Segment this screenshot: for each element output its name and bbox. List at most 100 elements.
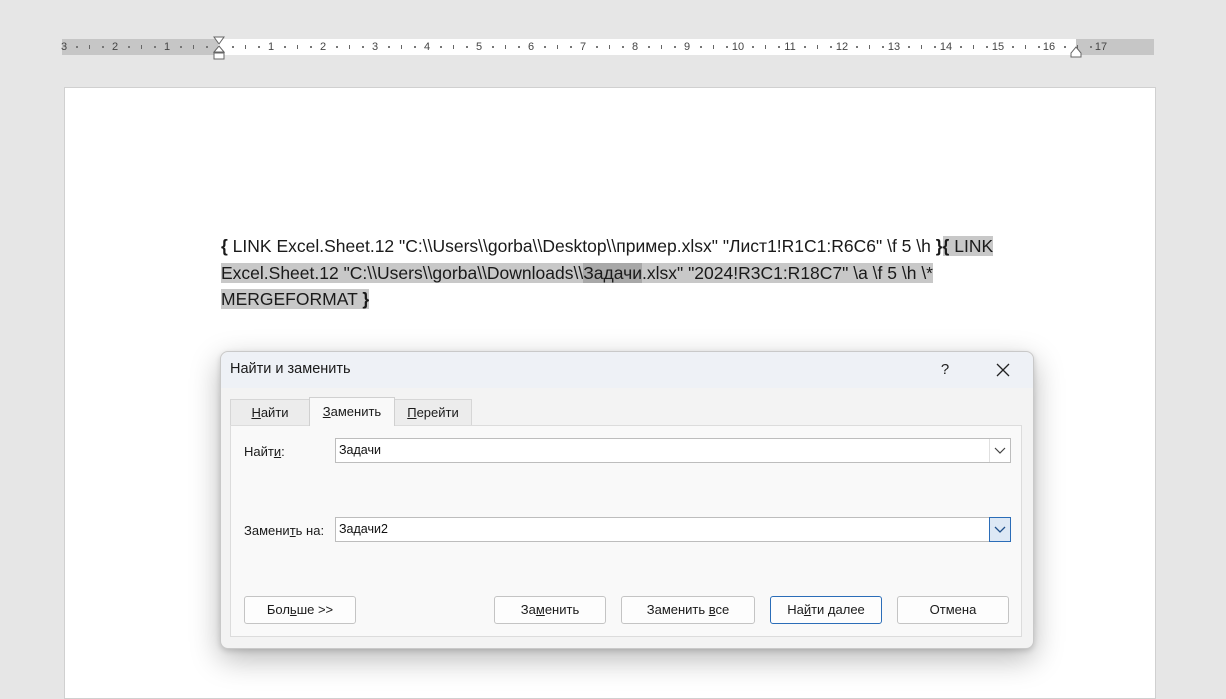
tab-label-part: аменить: [330, 404, 382, 419]
replace-dropdown-button[interactable]: [989, 517, 1011, 542]
ruler-tick: [622, 46, 624, 48]
label-part: :: [281, 444, 285, 459]
ruler-number: 1: [267, 41, 275, 53]
replace-input[interactable]: Задачи2: [335, 517, 1011, 542]
ruler-number: 11: [784, 41, 796, 53]
search-match-highlight: Задачи: [583, 262, 642, 283]
dialog-titlebar[interactable]: Найти и заменить ?: [221, 352, 1033, 388]
label-part: Замени: [244, 523, 290, 538]
replace-label: Заменить на:: [244, 523, 324, 538]
button-label-part: ше >>: [296, 602, 334, 617]
replace-button[interactable]: Заменить: [494, 596, 606, 624]
ruler-tick: [1025, 45, 1026, 49]
field-brace: }: [935, 236, 943, 256]
find-next-button[interactable]: Найти далее: [770, 596, 882, 624]
ruler-tick: [570, 46, 572, 48]
field-brace: {: [221, 236, 228, 256]
ruler-tick: [609, 45, 610, 49]
close-button[interactable]: [983, 354, 1023, 386]
ruler-number: 1: [163, 41, 171, 53]
find-input[interactable]: Задачи: [335, 438, 1011, 463]
right-indent-marker-icon[interactable]: [1070, 46, 1082, 58]
tab-hotkey: П: [407, 405, 417, 420]
ruler-tick: [1090, 46, 1092, 48]
horizontal-ruler[interactable]: 3 2 1 1 2 3 4 5 6 7 8 9 10 11 12 13 14 1…: [60, 36, 1154, 60]
replace-tab-panel: Найти: Задачи Заменить на: Задачи2 Больш…: [230, 425, 1022, 637]
ruler-tick: [362, 46, 364, 48]
ruler-tick: [466, 46, 468, 48]
field-code-link-1: LINK Excel.Sheet.12 "C:\\Users\\gorba\\D…: [227, 236, 936, 256]
ruler-number: 3: [60, 41, 68, 53]
ruler-tick: [154, 46, 156, 48]
button-label-part: енить: [544, 602, 580, 617]
find-label: Найти:: [244, 444, 285, 459]
ruler-tick: [765, 45, 766, 49]
find-input-value: Задачи: [339, 443, 381, 457]
left-indent-marker-icon[interactable]: [213, 36, 225, 62]
ruler-tick: [752, 46, 754, 48]
ruler-tick: [414, 46, 416, 48]
ruler-tick: [726, 46, 728, 48]
ruler-number: 6: [527, 41, 535, 53]
ruler-tick: [440, 46, 442, 48]
ruler-tick: [986, 46, 988, 48]
ruler-number: 17: [1094, 41, 1108, 53]
ruler-tick: [557, 45, 558, 49]
ruler-tick: [856, 46, 858, 48]
ruler-tick: [310, 46, 312, 48]
chevron-down-icon: [994, 447, 1006, 454]
ruler-tick: [778, 46, 780, 48]
ruler-tick: [960, 46, 962, 48]
ruler-tick: [193, 45, 194, 49]
ruler-number: 3: [371, 41, 379, 53]
ruler-tick: [934, 46, 936, 48]
tab-replace[interactable]: Заменить: [309, 397, 395, 426]
ruler-tick: [661, 45, 662, 49]
button-label-part: ти далее: [811, 602, 865, 617]
ruler-number: 14: [939, 41, 953, 53]
ruler-tick: [817, 45, 818, 49]
ruler-tick: [128, 46, 130, 48]
ruler-tick: [544, 46, 546, 48]
ruler-tick: [284, 46, 286, 48]
find-replace-dialog: Найти и заменить ? Найти Заменить Перейт…: [220, 351, 1034, 649]
more-button[interactable]: Больше >>: [244, 596, 356, 624]
ruler-tick: [804, 46, 806, 48]
ruler-tick: [206, 46, 208, 48]
cancel-button[interactable]: Отмена: [897, 596, 1009, 624]
button-hotkey: м: [535, 602, 545, 617]
ruler-tick: [492, 46, 494, 48]
ruler-tick: [869, 45, 870, 49]
ruler-tick: [1012, 46, 1014, 48]
replace-all-button[interactable]: Заменить все: [621, 596, 755, 624]
button-label-part: На: [787, 602, 804, 617]
tab-hotkey: З: [322, 404, 331, 419]
ruler-tick: [505, 45, 506, 49]
button-hotkey: в: [708, 602, 716, 617]
button-hotkey: ь: [289, 602, 297, 617]
field-code-text[interactable]: { LINK Excel.Sheet.12 "C:\\Users\\gorba\…: [221, 233, 1051, 313]
tab-find[interactable]: Найти: [230, 399, 310, 425]
ruler-tick: [518, 46, 520, 48]
ruler-tick: [1038, 46, 1040, 48]
button-label-part: Бол: [266, 602, 290, 617]
ruler-number: 7: [579, 41, 587, 53]
ruler-tick: [596, 46, 598, 48]
ruler-tick: [973, 45, 974, 49]
ruler-tick: [648, 46, 650, 48]
button-label-part: се: [715, 602, 730, 617]
ruler-number: 8: [631, 41, 639, 53]
tab-goto[interactable]: Перейти: [394, 399, 472, 425]
find-dropdown-button[interactable]: [989, 439, 1010, 462]
ruler-number: 2: [111, 41, 119, 53]
ruler-tick: [258, 46, 260, 48]
ruler-tick: [245, 45, 246, 49]
help-button[interactable]: ?: [927, 354, 963, 386]
label-part: Найт: [244, 444, 274, 459]
ruler-tick: [232, 46, 234, 48]
ruler-number: 5: [475, 41, 483, 53]
button-label-part: За: [520, 602, 536, 617]
ruler-tick: [388, 46, 390, 48]
ruler-tick: [180, 46, 182, 48]
ruler-tick: [713, 45, 714, 49]
